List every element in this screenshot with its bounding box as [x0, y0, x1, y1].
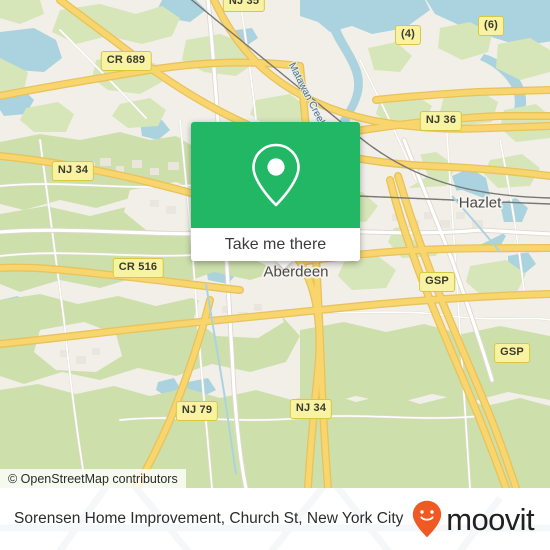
route-shield: (6)	[477, 16, 505, 36]
location-title: Sorensen Home Improvement, Church St, Ne…	[14, 509, 404, 527]
take-me-there-card[interactable]: Take me there	[191, 122, 360, 261]
route-shield: GSP	[419, 272, 455, 292]
route-shield: NJ 79	[175, 401, 219, 421]
route-shield: (4)	[394, 25, 422, 45]
footer-bar: Sorensen Home Improvement, Church St, Ne…	[0, 488, 550, 550]
route-shield: NJ 34	[289, 399, 333, 419]
place-label-aberdeen: Aberdeen	[263, 263, 329, 281]
route-shield: CR 516	[112, 258, 164, 278]
map-canvas[interactable]: .green { fill:#cde0ac; } .green2 { fill:…	[0, 0, 550, 488]
map-pin-icon	[251, 143, 300, 207]
moovit-smiley-pin-icon	[413, 500, 442, 538]
route-shield: NJ 36	[419, 111, 463, 131]
moovit-map-screenshot: .green { fill:#cde0ac; } .green2 { fill:…	[0, 0, 550, 550]
route-shield: NJ 35	[222, 0, 266, 12]
place-label-hazlet: Hazlet	[458, 194, 502, 212]
moovit-logo[interactable]: moovit	[412, 500, 536, 538]
route-shield: GSP	[494, 343, 530, 363]
popup-pointer	[275, 260, 293, 269]
osm-attribution[interactable]: © OpenStreetMap contributors	[0, 469, 186, 488]
moovit-wordmark: moovit	[446, 501, 534, 537]
popup-card-hero	[191, 122, 360, 228]
route-shield: CR 689	[100, 51, 152, 71]
take-me-there-label[interactable]: Take me there	[191, 228, 360, 261]
route-shield: NJ 34	[51, 161, 95, 181]
